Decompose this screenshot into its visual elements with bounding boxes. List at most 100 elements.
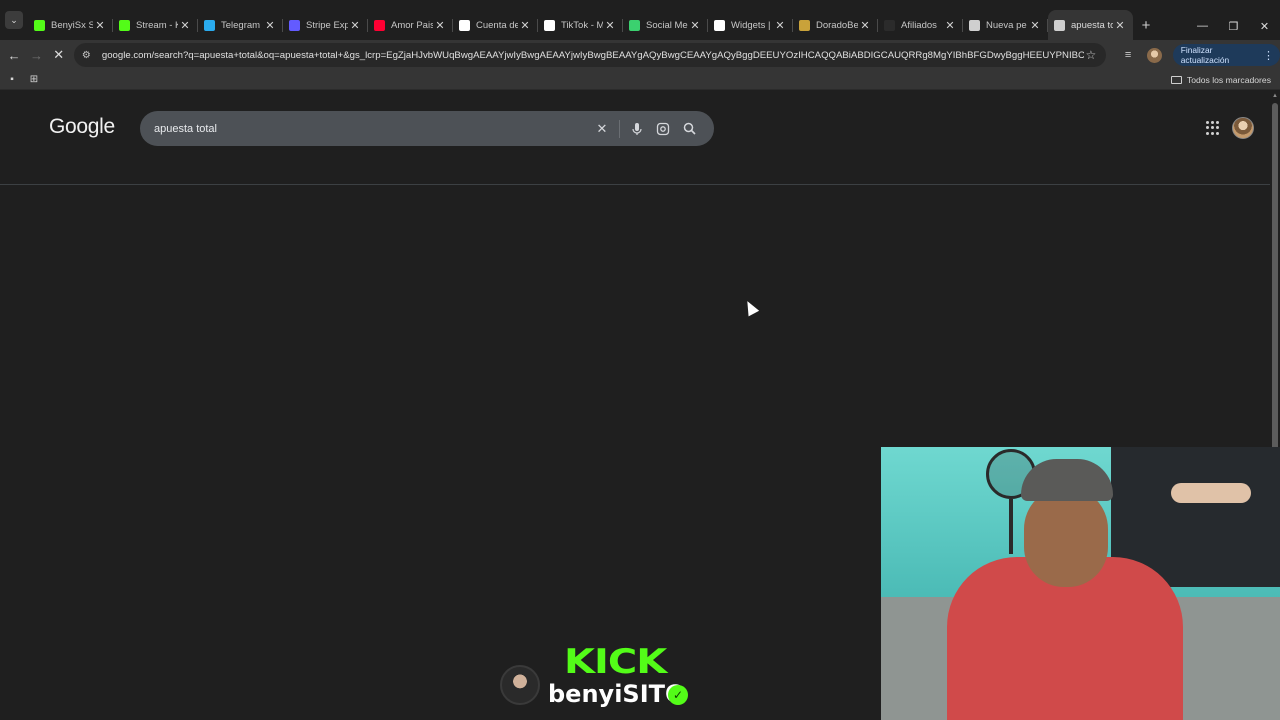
afiliados-icon	[884, 19, 895, 31]
media-control-icon[interactable]: ≡	[1118, 44, 1138, 66]
minimize-icon[interactable]: —	[1187, 12, 1218, 40]
bookmarks-bar: ▪ ⊞ Todos los marcadores	[0, 70, 1280, 90]
youtube-icon	[374, 19, 385, 31]
tab-title: Stripe Exp	[306, 19, 348, 31]
tab-search-button[interactable]: ⌄	[0, 7, 28, 33]
bookmark-star-icon[interactable]: ☆	[1084, 48, 1098, 62]
tab-close-icon[interactable]: ✕	[858, 19, 872, 32]
kick-logo: KICK	[564, 642, 667, 682]
tab-title: Nueva pe	[986, 19, 1027, 31]
tab-title: BenyiSx St	[51, 19, 93, 31]
profile-icon[interactable]	[1144, 44, 1164, 66]
more-vert-icon: ⋮	[1263, 49, 1275, 62]
restore-icon[interactable]: ❐	[1218, 12, 1249, 40]
tab-close-icon[interactable]: ✕	[518, 19, 532, 32]
webcam-overlay	[881, 447, 1280, 720]
webcam-person-head	[1024, 487, 1108, 587]
search-box[interactable]: apuesta total ✕	[140, 111, 714, 146]
browser-tab[interactable]: Stream - K ✕	[113, 10, 198, 40]
site-info-icon[interactable]: ⚙	[82, 50, 96, 61]
kick-icon	[119, 19, 130, 31]
apps-grid-bookmark-icon[interactable]: ⊞	[23, 71, 45, 89]
verified-badge-icon: ✓	[668, 685, 688, 705]
new-tab-button[interactable]: +	[1133, 10, 1159, 40]
tab-close-icon[interactable]: ✕	[1028, 19, 1042, 32]
browser-tab[interactable]: Cuenta de ✕	[453, 10, 538, 40]
tab-title: TikTok - M	[561, 19, 603, 31]
google-apps-icon[interactable]	[1206, 121, 1220, 135]
forward-arrow-icon[interactable]: →	[25, 43, 47, 67]
tab-close-icon[interactable]: ✕	[178, 19, 192, 32]
bookmark-page-icon[interactable]: ▪	[1, 71, 23, 89]
account-avatar[interactable]	[1232, 117, 1254, 139]
lens-camera-icon[interactable]	[650, 116, 676, 142]
browser-tab[interactable]: Stripe Exp ✕	[283, 10, 368, 40]
tab-title: Amor Pais	[391, 19, 433, 31]
tab-title: Widgets |	[731, 19, 771, 31]
folder-icon	[1170, 75, 1182, 84]
loading-icon	[1054, 19, 1065, 31]
profile-avatar	[1147, 47, 1163, 63]
microphone-icon[interactable]	[624, 116, 650, 142]
tab-title: Stream - K	[136, 19, 178, 31]
webcam-background-legs	[1171, 483, 1251, 503]
browser-tab[interactable]: TikTok - M ✕	[538, 10, 623, 40]
header-divider	[0, 184, 1270, 185]
tab-close-icon[interactable]: ✕	[348, 19, 362, 32]
url-text[interactable]: google.com/search?q=apuesta+total&oq=apu…	[102, 50, 1084, 61]
telegram-icon	[204, 19, 215, 31]
close-window-icon[interactable]: ✕	[1249, 12, 1280, 40]
browser-tab[interactable]: apuesta to ✕	[1048, 10, 1133, 40]
tiktok-icon	[544, 19, 555, 31]
search-icon[interactable]	[676, 116, 702, 142]
browser-tab[interactable]: Nueva pe ✕	[963, 10, 1048, 40]
search-divider	[619, 119, 620, 138]
dorado-icon	[799, 19, 810, 31]
clear-icon[interactable]: ✕	[589, 116, 615, 142]
tab-title: Telegram	[221, 19, 261, 31]
chrome-icon	[969, 19, 980, 31]
all-bookmarks-button[interactable]: Todos los marcadores	[1170, 74, 1271, 85]
tab-close-icon[interactable]: ✕	[93, 19, 107, 32]
tab-close-icon[interactable]: ✕	[1113, 19, 1127, 32]
search-input[interactable]: apuesta total	[154, 123, 589, 135]
chevron-down-icon: ⌄	[5, 11, 23, 29]
streamer-avatar	[500, 665, 540, 705]
tab-title: Afiliados	[901, 19, 937, 31]
scroll-up-icon[interactable]: ▲	[1272, 93, 1278, 99]
tab-close-icon[interactable]: ✕	[263, 19, 277, 32]
tabs-container: BenyiSx St ✕ Stream - K ✕ Telegram ✕ Stripe Ex…	[28, 10, 1133, 40]
streamer-username: benyiSITO	[548, 680, 686, 708]
google-logo[interactable]: Google	[49, 115, 115, 139]
tab-title: Social Me	[646, 19, 688, 31]
social-icon	[629, 19, 640, 31]
tab-close-icon[interactable]: ✕	[433, 19, 447, 32]
address-bar[interactable]: ⚙ google.com/search?q=apuesta+total&oq=a…	[73, 43, 1106, 67]
all-bookmarks-label: Todos los marcadores	[1186, 74, 1271, 85]
tab-title: DoradoBe	[816, 19, 858, 31]
tab-close-icon[interactable]: ✕	[773, 19, 787, 32]
update-button[interactable]: Finalizar actualización ⋮	[1172, 44, 1280, 66]
tab-close-icon[interactable]: ✕	[688, 19, 702, 32]
tab-title: Cuenta de	[476, 19, 518, 31]
back-arrow-icon[interactable]: ←	[3, 43, 25, 67]
kick-icon	[34, 19, 45, 31]
browser-tab[interactable]: BenyiSx St ✕	[28, 10, 113, 40]
update-label: Finalizar actualización	[1180, 45, 1230, 65]
stop-loading-icon[interactable]: ✕	[48, 43, 70, 67]
browser-tab[interactable]: Telegram ✕	[198, 10, 283, 40]
browser-tab[interactable]: Widgets | ✕	[708, 10, 793, 40]
stripe-icon	[289, 19, 300, 31]
widgets-icon	[714, 19, 725, 31]
browser-toolbar: ← → ✕ ⚙ google.com/search?q=apuesta+tota…	[0, 40, 1280, 70]
window-controls: — ❐ ✕	[1187, 0, 1280, 40]
browser-tab[interactable]: Social Me ✕	[623, 10, 708, 40]
tab-title: apuesta to	[1071, 19, 1113, 31]
browser-tab[interactable]: Amor Pais ✕	[368, 10, 453, 40]
browser-tab[interactable]: Afiliados ✕	[878, 10, 963, 40]
tab-close-icon[interactable]: ✕	[943, 19, 957, 32]
browser-tab[interactable]: DoradoBe ✕	[793, 10, 878, 40]
tab-strip: ⌄ BenyiSx St ✕ Stream - K ✕ Telegram ✕ Stripe …	[0, 0, 1280, 40]
webcam-fan-pole	[1009, 499, 1013, 554]
tab-close-icon[interactable]: ✕	[603, 19, 617, 32]
